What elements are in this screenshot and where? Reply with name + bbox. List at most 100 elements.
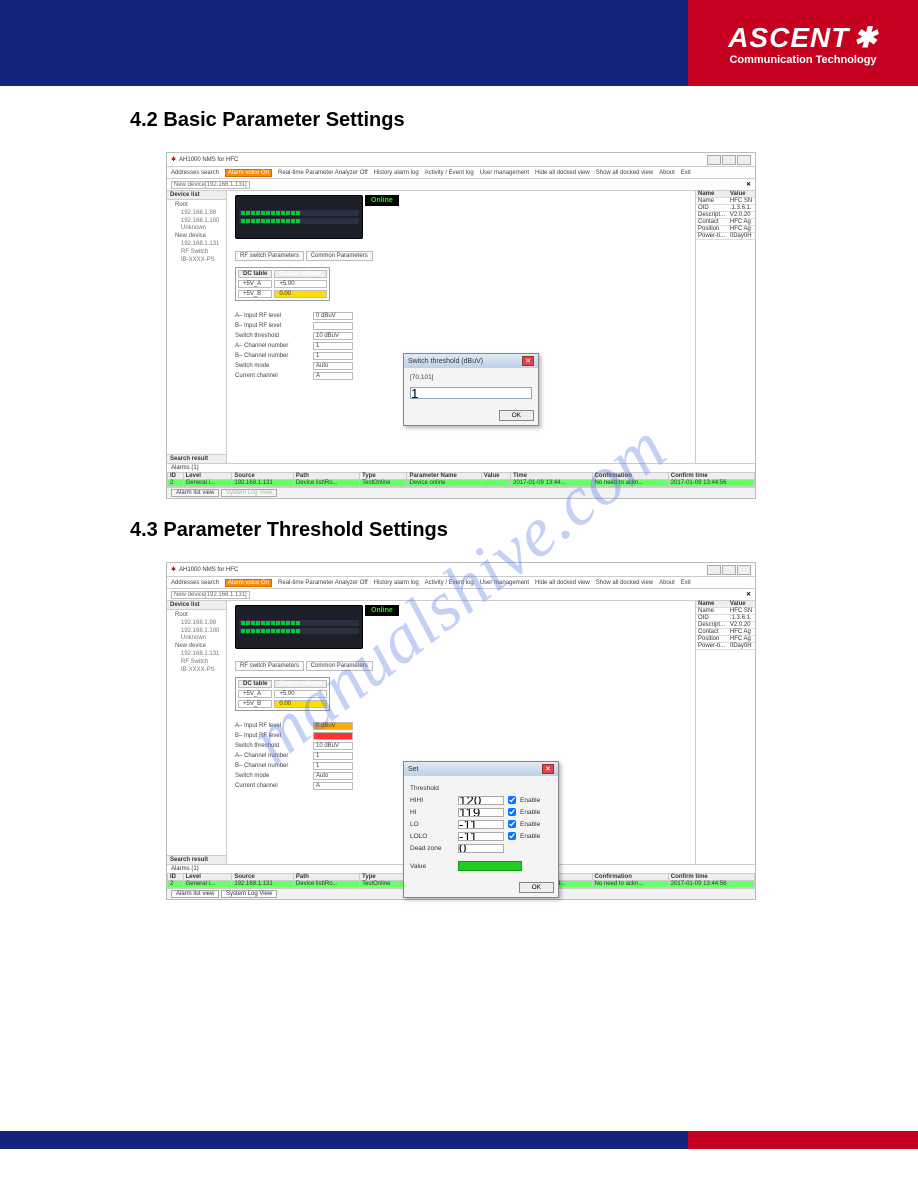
tab-close-icon[interactable]: ✕ <box>746 181 751 188</box>
hi-input[interactable] <box>458 808 504 817</box>
tb-exit[interactable]: Exit <box>681 580 691 586</box>
tree-node[interactable]: 192.168.1.98 <box>169 620 224 628</box>
param-value[interactable]: 1 <box>313 752 353 760</box>
param-value[interactable]: 1 <box>313 352 353 360</box>
param-value[interactable]: Auto <box>313 362 353 370</box>
tree-node[interactable]: 192.168.1.100 <box>169 218 224 226</box>
footer-red <box>688 1131 918 1149</box>
tb-show-docked[interactable]: Show all docked view <box>596 580 653 586</box>
prop-cell: Name <box>696 198 728 205</box>
param-tabs: RF switch Parameters Common Parameters <box>235 251 373 261</box>
close-button[interactable] <box>737 565 751 575</box>
param-value[interactable]: 10 dBuV <box>313 332 353 340</box>
tb-alarm-voice[interactable]: Alarm voice On <box>225 169 272 177</box>
maximize-button[interactable] <box>722 155 736 165</box>
tb-hide-docked[interactable]: Hide all docked view <box>535 580 590 586</box>
tb-about[interactable]: About <box>659 170 675 176</box>
dialog-close-button[interactable]: ✕ <box>542 764 554 774</box>
alarms-header: Alarms (1) <box>167 464 755 472</box>
tb-activity[interactable]: Activity / Event log <box>425 170 474 176</box>
tb-exit[interactable]: Exit <box>681 170 691 176</box>
tb-addresses-search[interactable]: Addresses search <box>171 170 219 176</box>
param-value[interactable]: A <box>313 372 353 380</box>
alarm-col: Level <box>183 874 232 881</box>
param-value[interactable]: Auto <box>313 772 353 780</box>
maximize-button[interactable] <box>722 565 736 575</box>
tb-hide-docked[interactable]: Hide all docked view <box>535 170 590 176</box>
deadzone-input[interactable] <box>458 844 504 853</box>
device-tab[interactable]: New device[192.168.1.131] <box>171 591 250 599</box>
param-value[interactable] <box>313 322 353 330</box>
tree-node[interactable]: IB-XXXX-PS <box>169 667 224 675</box>
tb-history[interactable]: History alarm log <box>374 580 419 586</box>
tb-addresses-search[interactable]: Addresses search <box>171 580 219 586</box>
prop-cell: HFC SN <box>728 198 755 205</box>
tab-alarm-list-view[interactable]: Alarm list view <box>171 890 219 898</box>
lolo-enable-checkbox[interactable] <box>508 832 516 840</box>
tb-analyzer[interactable]: Real-time Parameter Analyzer Off <box>278 580 368 586</box>
dc-cell: +5V_B <box>238 700 272 708</box>
enable-label: Enable <box>520 797 540 804</box>
minimize-button[interactable] <box>707 565 721 575</box>
device-tab[interactable]: New device[192.168.1.131] <box>171 181 250 189</box>
close-button[interactable] <box>737 155 751 165</box>
dc-cell: +5V_A <box>238 280 272 288</box>
param-value[interactable] <box>313 732 353 740</box>
lo-enable-checkbox[interactable] <box>508 820 516 828</box>
threshold-input[interactable] <box>410 387 532 399</box>
tb-user-mgmt[interactable]: User management <box>480 170 529 176</box>
tab-common[interactable]: Common Parameters <box>306 251 373 261</box>
param-value[interactable]: 0 dBuV <box>313 312 353 320</box>
hihi-input[interactable] <box>458 796 504 805</box>
tb-activity[interactable]: Activity / Event log <box>425 580 474 586</box>
minimize-button[interactable] <box>707 155 721 165</box>
tree-root[interactable]: Root <box>169 202 224 210</box>
ok-button[interactable]: OK <box>519 882 554 893</box>
tree-node[interactable]: Unknown <box>169 225 224 233</box>
tb-analyzer[interactable]: Real-time Parameter Analyzer Off <box>278 170 368 176</box>
tab-alarm-list-view[interactable]: Alarm list view <box>171 489 219 497</box>
hi-enable-checkbox[interactable] <box>508 808 516 816</box>
ok-button[interactable]: OK <box>499 410 534 421</box>
param-value[interactable]: A <box>313 782 353 790</box>
tab-close-icon[interactable]: ✕ <box>746 591 751 598</box>
value-label: Value <box>410 863 454 870</box>
prop-cell: Power-ti... <box>696 233 728 240</box>
tb-user-mgmt[interactable]: User management <box>480 580 529 586</box>
param-value[interactable]: 0 dBuV <box>313 722 353 730</box>
alarm-row[interactable]: 2 General i... 192.168.1.131 Device list… <box>168 480 755 487</box>
param-value[interactable]: 1 <box>313 762 353 770</box>
device-tree[interactable]: Root 192.168.1.98 192.168.1.100 Unknown … <box>167 200 226 454</box>
alarm-cell: General i... <box>183 480 232 487</box>
tb-show-docked[interactable]: Show all docked view <box>596 170 653 176</box>
hihi-enable-checkbox[interactable] <box>508 796 516 804</box>
tree-node[interactable]: 192.168.1.98 <box>169 210 224 218</box>
tree-node[interactable]: 192.168.1.131 <box>169 651 224 659</box>
tab-system-log-view[interactable]: System Log View <box>221 890 277 898</box>
tree-node[interactable]: RF Switch <box>169 249 224 257</box>
tb-about[interactable]: About <box>659 580 675 586</box>
prop-cell: Contact <box>696 219 728 226</box>
device-tree[interactable]: Root 192.168.1.98 192.168.1.100 Unknown … <box>167 610 226 855</box>
param-value[interactable]: 1 <box>313 342 353 350</box>
tb-alarm-voice[interactable]: Alarm voice On <box>225 579 272 587</box>
tb-history[interactable]: History alarm log <box>374 170 419 176</box>
tree-node[interactable]: RF Switch <box>169 659 224 667</box>
tree-node[interactable]: IB-XXXX-PS <box>169 257 224 265</box>
tree-root[interactable]: Root <box>169 612 224 620</box>
tab-rf-switch[interactable]: RF switch Parameters <box>235 251 304 261</box>
tab-rf-switch[interactable]: RF switch Parameters <box>235 661 304 671</box>
lolo-input[interactable] <box>458 832 504 841</box>
tree-node[interactable]: Unknown <box>169 635 224 643</box>
tree-node[interactable]: New device <box>169 233 224 241</box>
lo-input[interactable] <box>458 820 504 829</box>
alarm-col: Time <box>511 473 592 480</box>
tree-node[interactable]: 192.168.1.100 <box>169 628 224 636</box>
device-preview-image <box>235 195 363 239</box>
param-value[interactable]: 10 dBuV <box>313 742 353 750</box>
tree-node[interactable]: New device <box>169 643 224 651</box>
tree-node[interactable]: 192.168.1.131 <box>169 241 224 249</box>
tab-system-log-view[interactable]: System Log View <box>221 489 277 497</box>
dialog-close-button[interactable]: ✕ <box>522 356 534 366</box>
tab-common[interactable]: Common Parameters <box>306 661 373 671</box>
